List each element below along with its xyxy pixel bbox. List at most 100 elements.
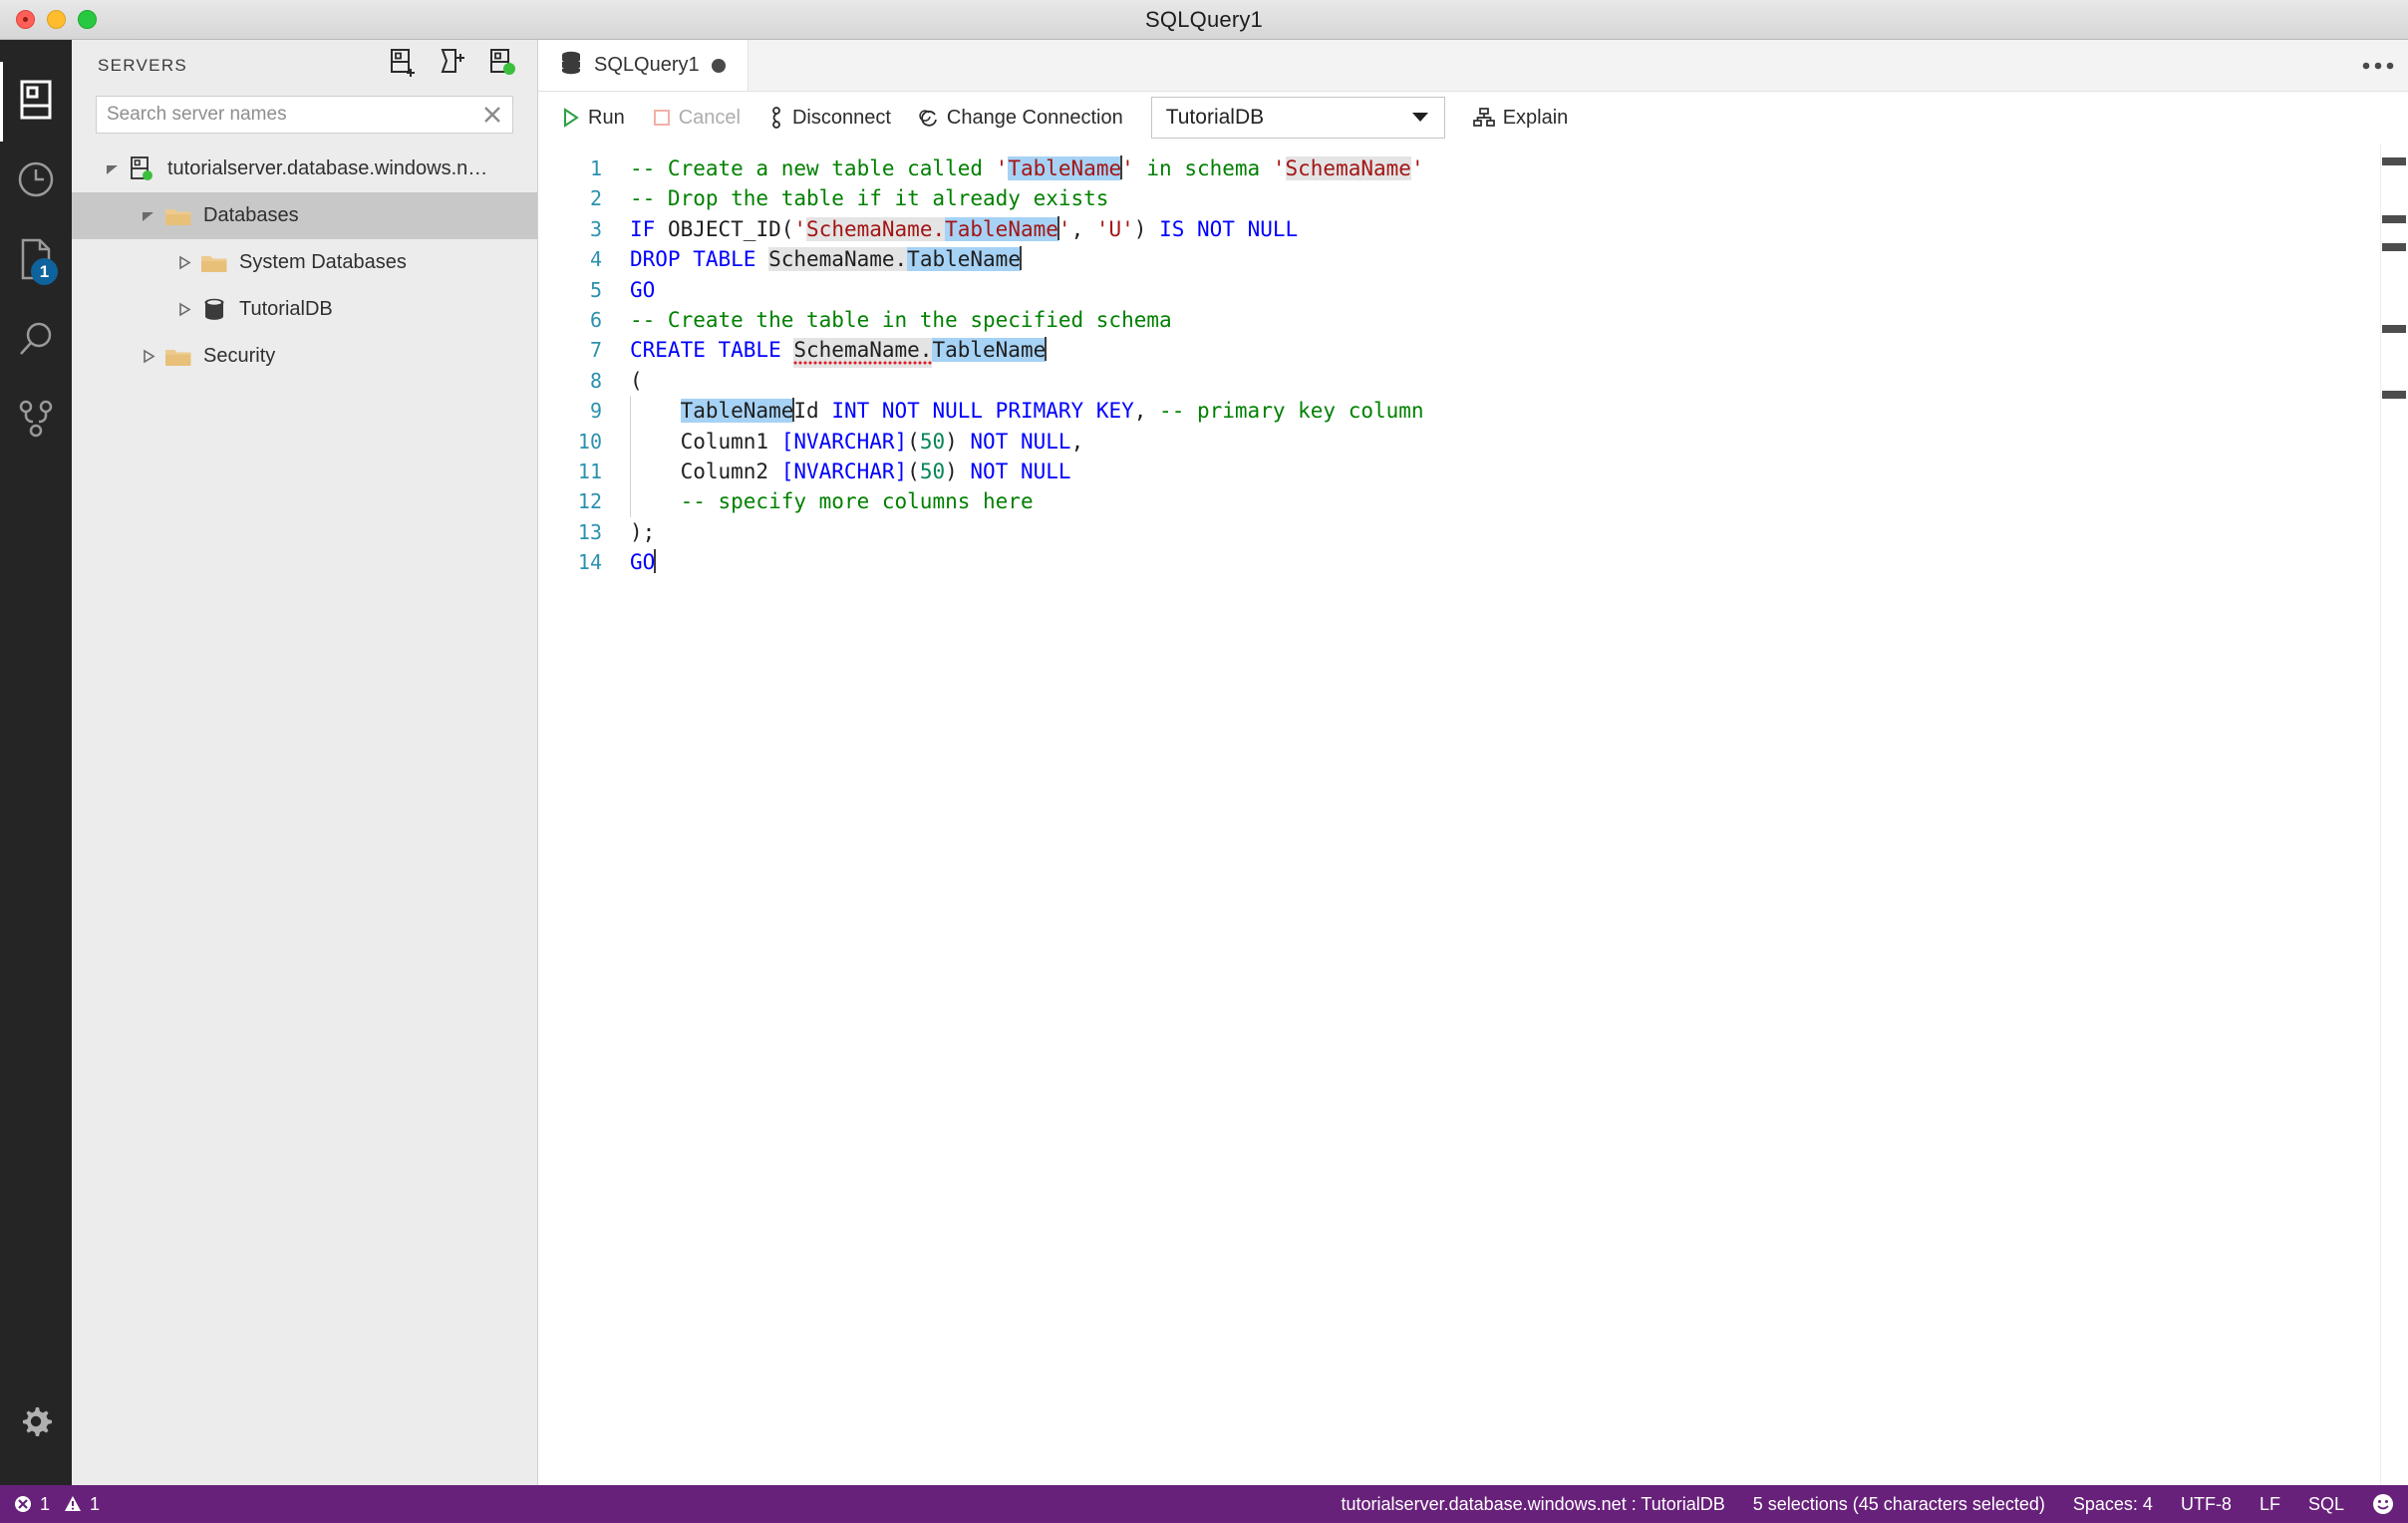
explain-button[interactable]: Explain	[1459, 98, 1583, 138]
explain-plan-icon	[1472, 108, 1495, 128]
text-cursor	[654, 549, 657, 574]
code-line[interactable]: -- specify more columns here	[630, 486, 2408, 517]
code-line[interactable]: DROP TABLE SchemaName.TableName	[630, 244, 2408, 274]
overview-ruler[interactable]	[2380, 144, 2408, 1485]
tab-sqlquery1[interactable]: SQLQuery1	[538, 40, 749, 91]
error-icon	[14, 1495, 32, 1513]
code-token: )	[1133, 216, 1160, 241]
code-token: '	[995, 156, 1009, 180]
feedback-smiley-icon[interactable]	[2372, 1493, 2394, 1515]
code-token: [NVARCHAR]	[780, 458, 908, 483]
code-line[interactable]: TableNameId INT NOT NULL PRIMARY KEY, --…	[630, 396, 2408, 427]
activity-item-manage[interactable]	[0, 1383, 72, 1463]
code-token: Column1	[630, 429, 781, 454]
twisty-expanded-icon[interactable]	[100, 161, 126, 177]
activity-item-history[interactable]	[0, 142, 72, 221]
code-token: '	[1410, 156, 1424, 180]
twisty-collapsed-icon[interactable]	[136, 349, 161, 365]
code-line[interactable]: GO	[630, 547, 2408, 577]
tree-item-tutorialdb[interactable]: TutorialDB	[72, 286, 537, 333]
code-line[interactable]: (	[630, 366, 2408, 396]
twisty-collapsed-icon[interactable]	[171, 302, 197, 318]
sidebar-header: SERVERS	[72, 40, 537, 92]
code-line[interactable]: IF OBJECT_ID('SchemaName.TableName', 'U'…	[630, 214, 2408, 244]
status-problems[interactable]: 1 1	[14, 1494, 100, 1515]
change-connection-button[interactable]: Change Connection	[905, 98, 1137, 138]
search-server-wrap	[96, 96, 513, 134]
database-query-icon	[560, 51, 582, 81]
code-line[interactable]: CREATE TABLE SchemaName.TableName	[630, 335, 2408, 369]
code-token: 50	[919, 458, 946, 483]
code-token: -- primary key column	[1159, 399, 1424, 424]
twisty-expanded-icon[interactable]	[136, 208, 161, 224]
status-encoding[interactable]: UTF-8	[2181, 1494, 2232, 1515]
disconnect-icon	[768, 107, 784, 129]
line-number: 5	[589, 277, 602, 302]
error-count: 1	[40, 1493, 51, 1514]
code-token: (	[907, 458, 920, 483]
folder-icon	[197, 252, 231, 274]
status-selection[interactable]: 5 selections (45 characters selected)	[1753, 1494, 2045, 1515]
line-number-gutter: 1 2 3 4 5 6 7 8 9 10 11 12 13 14	[538, 144, 616, 1485]
code-line[interactable]: );	[630, 517, 2408, 547]
code-token: )	[945, 458, 971, 483]
text-cursor	[1019, 246, 1022, 271]
code-editor[interactable]: 1 2 3 4 5 6 7 8 9 10 11 12 13 14 -- Create a new tabl…	[538, 144, 2408, 1485]
tree-item-system-databases[interactable]: System Databases	[72, 239, 537, 286]
tab-bar: SQLQuery1	[538, 40, 2408, 92]
window-title: SQLQuery1	[1145, 6, 1263, 32]
tree-item-tutorialserver-database-windows-n[interactable]: tutorialserver.database.windows.n…	[72, 146, 537, 192]
code-token: TableName	[1008, 156, 1122, 180]
tab-bar-filler	[749, 40, 2348, 91]
code-token: )	[945, 429, 971, 454]
status-connection[interactable]: tutorialserver.database.windows.net : Tu…	[1342, 1494, 1725, 1515]
add-server-group-icon[interactable]	[440, 48, 467, 84]
status-bar: 1 1 tutorialserver.database.windows.net …	[0, 1485, 2408, 1523]
line-number: 2	[589, 186, 602, 211]
twisty-collapsed-icon[interactable]	[171, 255, 197, 271]
server-connected-icon	[126, 155, 159, 182]
add-server-icon[interactable]	[390, 48, 418, 84]
run-button[interactable]: Run	[548, 98, 639, 138]
status-indentation[interactable]: Spaces: 4	[2073, 1494, 2153, 1515]
more-actions-icon[interactable]	[2348, 40, 2408, 91]
code-token: CREATE TABLE	[630, 338, 781, 363]
title-bar: SQLQuery1	[0, 0, 2408, 40]
app-window: SQLQuery1 1 SERVERS Search server names …	[0, 0, 2408, 1523]
code-line[interactable]: -- Create the table in the specified sch…	[630, 305, 2408, 335]
clear-search-icon[interactable]	[481, 104, 503, 131]
tree-item-label: Databases	[203, 204, 299, 226]
code-token: INT NOT NULL PRIMARY KEY	[831, 399, 1134, 424]
line-number: 10	[577, 429, 602, 454]
active-connections-icon[interactable]	[489, 48, 517, 84]
line-number: 3	[589, 216, 602, 241]
activity-item-source-control[interactable]	[0, 381, 72, 460]
code-token: TableName	[680, 399, 794, 424]
code-line[interactable]: -- Create a new table called 'TableName'…	[630, 153, 2408, 183]
stop-icon	[653, 109, 671, 127]
status-language[interactable]: SQL	[2308, 1494, 2344, 1515]
code-line[interactable]: Column2 [NVARCHAR](50) NOT NULL	[630, 456, 2408, 487]
code-line[interactable]: -- Drop the table if it already exists	[630, 183, 2408, 213]
code-token: GO	[630, 550, 656, 575]
activity-item-servers[interactable]	[0, 62, 72, 142]
search-input[interactable]	[96, 96, 513, 134]
code-line[interactable]: GO	[630, 275, 2408, 305]
code-line[interactable]: Column1 [NVARCHAR](50) NOT NULL,	[630, 426, 2408, 457]
code-content[interactable]: -- Create a new table called 'TableName'…	[616, 144, 2408, 1485]
disconnect-label: Disconnect	[791, 106, 891, 129]
line-number: 1	[589, 156, 602, 180]
activity-item-search[interactable]	[0, 301, 72, 381]
disconnect-button[interactable]: Disconnect	[754, 98, 905, 138]
status-eol[interactable]: LF	[2259, 1494, 2280, 1515]
ruler-selection-mark	[2382, 243, 2406, 251]
code-token: TableName	[932, 338, 1047, 363]
tab-dirty-indicator[interactable]	[711, 58, 726, 73]
tree-item-security[interactable]: Security	[72, 333, 537, 380]
ruler-selection-mark	[2382, 157, 2406, 165]
database-select[interactable]: TutorialDB	[1150, 97, 1445, 139]
activity-item-explorer[interactable]: 1	[0, 221, 72, 301]
tree-item-databases[interactable]: Databases	[72, 192, 537, 239]
